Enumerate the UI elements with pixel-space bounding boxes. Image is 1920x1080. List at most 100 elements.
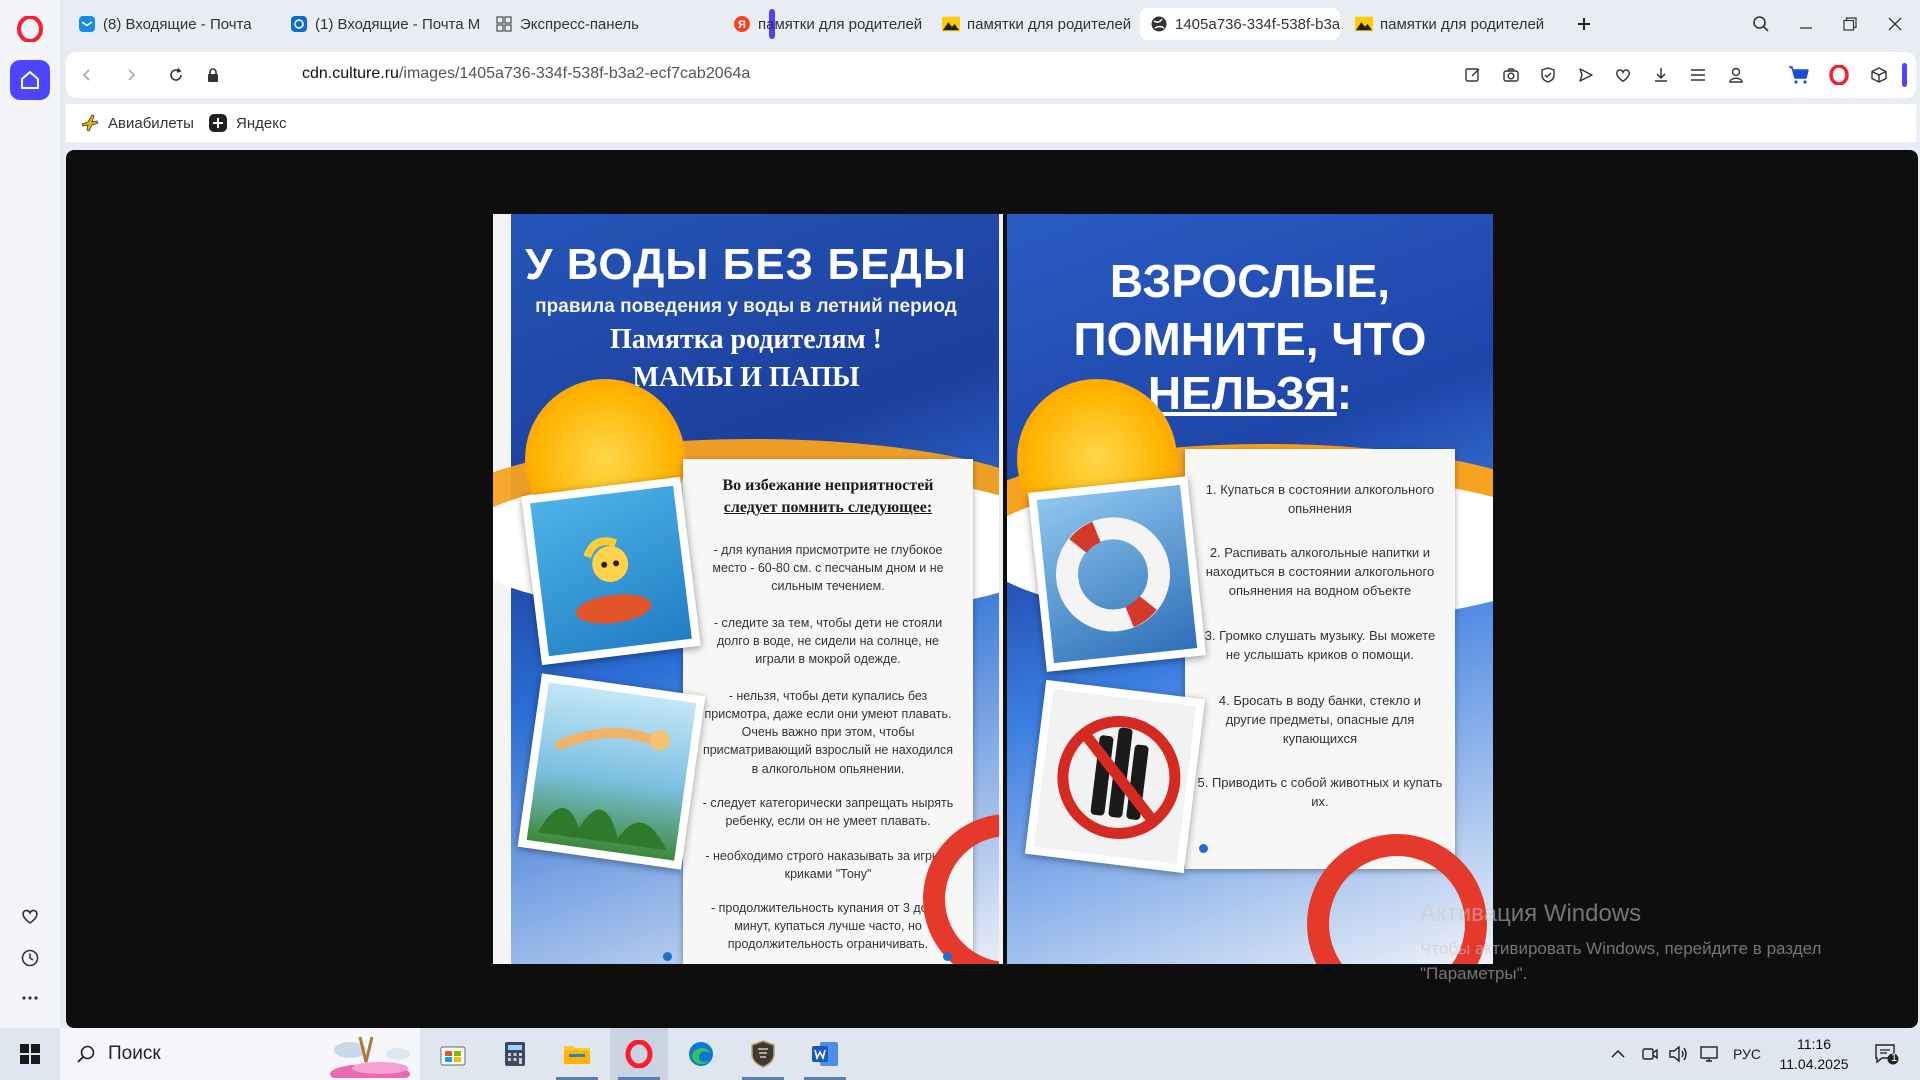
tab-yandex-images-2[interactable]: памятки для родителей п: [1345, 8, 1545, 40]
bookmark-label: Авиабилеты: [108, 114, 194, 132]
poster-left-subtitle: правила поведения у воды в летний период: [535, 296, 957, 317]
taskbar-search[interactable]: Поиск: [60, 1028, 420, 1080]
yandex-images-icon: [1355, 15, 1373, 33]
image-viewer: У ВОДЫ БЕЗ БЕДЫ правила поведения у воды…: [66, 150, 1918, 1028]
bookmark-aviabilety[interactable]: Авиабилеты: [80, 113, 194, 133]
speed-dial-icon: [495, 15, 513, 33]
search-icon: [76, 1044, 96, 1064]
url-field[interactable]: cdn.culture.ru/images/1405a736-334f-538f…: [302, 65, 750, 83]
minimize-button[interactable]: [1788, 8, 1824, 40]
poster-left-line1: Памятка родителям !: [610, 324, 882, 355]
bookmark-heart-icon[interactable]: [1610, 62, 1636, 88]
new-tab-button[interactable]: [1566, 8, 1602, 40]
word-icon[interactable]: [796, 1028, 854, 1080]
extensions-icon[interactable]: [1866, 62, 1892, 88]
search-tabs-icon[interactable]: [1743, 8, 1779, 40]
clock-time: 11:16: [1797, 1036, 1831, 1052]
forward-button[interactable]: [116, 60, 146, 90]
file-explorer-icon[interactable]: [548, 1028, 606, 1080]
language-indicator[interactable]: РУС: [1728, 1028, 1766, 1080]
home-icon[interactable]: [10, 60, 50, 100]
tab-label: (8) Входящие - Почта: [103, 15, 252, 33]
edge-icon[interactable]: [672, 1028, 730, 1080]
windows-taskbar: Поиск РУС 11:16 11.04.2025 1: [0, 1028, 1920, 1080]
photo-lifebuoy: [1027, 476, 1206, 672]
svg-text:Я: Я: [738, 19, 746, 31]
bookmarks-bar: Авиабилеты Яндекс: [66, 104, 1916, 142]
tab-label: памятки для родителей п: [1380, 15, 1545, 33]
note-item: - необходимо строго наказывать за игры с…: [705, 849, 951, 882]
watermark-text: Чтобы активировать Windows, перейдите в …: [1420, 939, 1822, 983]
bookmark-yandex[interactable]: Яндекс: [208, 113, 286, 133]
mail-icon: [290, 15, 308, 33]
volume-icon[interactable]: [1665, 1028, 1691, 1080]
note-item: 1. Купаться в состоянии алкогольного опь…: [1205, 482, 1435, 516]
yandex-images-icon: [942, 15, 960, 33]
opera-logo-icon[interactable]: [15, 14, 45, 44]
windows-activation-watermark: Активация Windows Чтобы активировать Win…: [1420, 900, 1880, 986]
send-icon[interactable]: [1573, 62, 1599, 88]
download-icon[interactable]: [1648, 62, 1674, 88]
tab-yandex-images[interactable]: памятки для родителей п: [932, 8, 1132, 40]
history-icon[interactable]: [0, 948, 60, 968]
poster-left-title: У ВОДЫ БЕЗ БЕДЫ: [525, 240, 967, 289]
tab-mail[interactable]: (1) Входящие - Почта Ма: [280, 8, 480, 40]
globe-icon: [1150, 15, 1168, 33]
cart-icon[interactable]: [1786, 62, 1812, 88]
tab-mail-ru[interactable]: (8) Входящие - Почта: [68, 8, 276, 40]
photo-swimmer: [521, 476, 701, 666]
close-button[interactable]: [1877, 8, 1913, 40]
yandex-icon: Я: [733, 15, 751, 33]
note-item: 4. Бросать в воду банки, стекло и другие…: [1218, 693, 1421, 746]
heart-icon[interactable]: [0, 906, 60, 926]
opera-sidebar: [0, 0, 60, 1028]
lock-icon[interactable]: [198, 60, 228, 90]
tab-active-image[interactable]: 1405a736-334f-538f-b3a2: [1140, 8, 1340, 40]
note-item: - следует категорически запрещать нырять…: [702, 796, 954, 829]
yandex-plus-icon: [208, 113, 228, 133]
tab-label: (1) Входящие - Почта Ма: [315, 15, 480, 33]
clock-date: 11.04.2025: [1779, 1056, 1849, 1072]
meet-now-icon[interactable]: [1637, 1028, 1663, 1080]
note-heading: Во избежание неприятностей: [722, 477, 934, 494]
windows-start-icon[interactable]: [0, 1028, 60, 1080]
note-item: 2. Распивать алкогольные напитки и наход…: [1205, 545, 1435, 598]
tab-label: памятки для родителей п: [758, 15, 923, 33]
tab-speed-dial[interactable]: Экспресс-панель: [485, 8, 685, 40]
tab-bar: (8) Входящие - Почта (1) Входящие - Почт…: [60, 0, 1920, 48]
restore-button[interactable]: [1832, 8, 1868, 40]
microsoft-store-icon[interactable]: [424, 1028, 482, 1080]
tab-label: Экспресс-панель: [520, 15, 639, 33]
url-path: /images/1405a736-334f-538f-b3a2-ecf7cab2…: [398, 65, 751, 82]
weather-widget-icon: [320, 1032, 416, 1080]
watermark-title: Активация Windows: [1420, 900, 1642, 927]
tab-yandex-search[interactable]: Я памятки для родителей п: [723, 8, 923, 40]
calculator-icon[interactable]: [486, 1028, 544, 1080]
note-item: - для купания присмотрите не глубокое ме…: [712, 543, 944, 594]
shield-icon[interactable]: [1535, 62, 1561, 88]
network-icon[interactable]: [1696, 1028, 1722, 1080]
system-clock[interactable]: 11:16 11.04.2025: [1766, 1034, 1862, 1074]
edit-icon[interactable]: [1460, 62, 1486, 88]
note-item: - продолжительность купания от 3 до 30 м…: [710, 901, 945, 952]
opera-menu-icon[interactable]: [1826, 62, 1852, 88]
url-host: cdn.culture.ru: [302, 65, 399, 82]
back-button[interactable]: [72, 60, 102, 90]
note-item: 3. Громко слушать музыку. Вы можете не у…: [1204, 628, 1436, 662]
profile-icon[interactable]: [1723, 62, 1749, 88]
search-placeholder: Поиск: [108, 1043, 161, 1064]
notifications-icon[interactable]: 1: [1866, 1028, 1906, 1080]
plane-icon: [80, 113, 100, 133]
reload-button[interactable]: [161, 60, 191, 90]
poster-right-title-1: ВЗРОСЛЫЕ,: [1109, 255, 1391, 307]
game-launcher-icon[interactable]: [734, 1028, 792, 1080]
opera-taskbar-icon[interactable]: [610, 1028, 668, 1080]
easy-setup-icon[interactable]: [1685, 62, 1711, 88]
tray-chevron-up-icon[interactable]: [1605, 1028, 1631, 1080]
camera-icon[interactable]: [1498, 62, 1524, 88]
sidebar-toggle-indicator[interactable]: [1902, 63, 1907, 87]
poster-image[interactable]: У ВОДЫ БЕЗ БЕДЫ правила поведения у воды…: [493, 214, 1493, 964]
more-icon[interactable]: [0, 988, 60, 1008]
photo-no-alcohol: [1024, 679, 1206, 874]
tab-label: памятки для родителей п: [967, 15, 1132, 33]
